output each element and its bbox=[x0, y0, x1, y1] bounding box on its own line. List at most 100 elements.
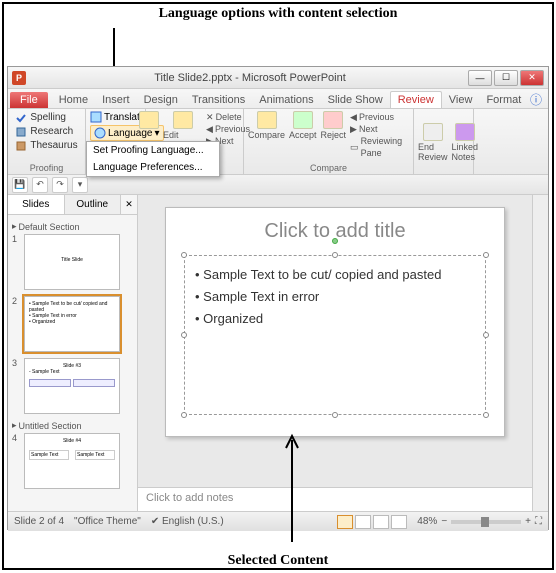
thumbnail-2[interactable]: • Sample Text to be cut/ copied and past… bbox=[24, 296, 120, 352]
compare-icon bbox=[257, 111, 277, 129]
thesaurus-button[interactable]: Thesaurus bbox=[15, 139, 77, 153]
zoom-thumb[interactable] bbox=[481, 517, 489, 527]
zoom-slider[interactable] bbox=[451, 520, 521, 524]
group-label-proofing: Proofing bbox=[8, 163, 85, 173]
status-language[interactable]: ✔ English (U.S.) bbox=[151, 516, 224, 527]
accept-icon bbox=[293, 111, 313, 129]
tab-design[interactable]: Design bbox=[137, 92, 185, 108]
spelling-button[interactable]: Spelling bbox=[15, 111, 77, 125]
editor-area: Click to add title Sample Text to be cut… bbox=[138, 195, 532, 511]
reject-icon bbox=[323, 111, 343, 129]
group-label-compare: Compare bbox=[244, 163, 413, 173]
file-tab[interactable]: File bbox=[10, 92, 48, 108]
tab-home[interactable]: Home bbox=[52, 92, 95, 108]
section-default[interactable]: ▸ Default Section bbox=[12, 221, 133, 232]
slideshow-view-button[interactable] bbox=[391, 515, 407, 529]
thumbnails-list[interactable]: ▸ Default Section 1Title Slide 2 • Sampl… bbox=[8, 215, 137, 511]
outline-tab[interactable]: Outline bbox=[65, 195, 122, 214]
statusbar: Slide 2 of 4 "Office Theme" ✔ English (U… bbox=[8, 511, 548, 531]
group-proofing: Spelling Research Thesaurus Proofing bbox=[8, 109, 86, 174]
compare-next-button[interactable]: ▶ Next bbox=[350, 123, 409, 135]
end-review-icon bbox=[423, 123, 443, 141]
bullet-item: Organized bbox=[195, 308, 475, 330]
content-placeholder-selected[interactable]: Sample Text to be cut/ copied and pasted… bbox=[184, 255, 486, 415]
compare-previous-button[interactable]: ◀ Previous bbox=[350, 111, 409, 123]
resize-handle[interactable] bbox=[332, 252, 338, 258]
resize-handle[interactable] bbox=[181, 412, 187, 418]
tab-transitions[interactable]: Transitions bbox=[185, 92, 252, 108]
edit-icon bbox=[173, 111, 193, 129]
workspace: Slides Outline ✕ ▸ Default Section 1Titl… bbox=[8, 195, 548, 511]
quick-access-toolbar: 💾 ↶ ↷ ▾ bbox=[8, 175, 548, 195]
thumbnail-1[interactable]: Title Slide bbox=[24, 234, 120, 290]
menu-language-preferences[interactable]: Language Preferences... bbox=[87, 159, 219, 176]
undo-button[interactable]: ↶ bbox=[32, 177, 48, 193]
sorter-view-button[interactable] bbox=[355, 515, 371, 529]
slides-tab[interactable]: Slides bbox=[8, 195, 65, 214]
save-button[interactable]: 💾 bbox=[12, 177, 28, 193]
resize-handle[interactable] bbox=[181, 252, 187, 258]
panel-close-button[interactable]: ✕ bbox=[121, 195, 137, 214]
menu-set-proofing-language[interactable]: Set Proofing Language... bbox=[87, 142, 219, 159]
thumbnail-4[interactable]: Slide #4 Sample Text Sample Text bbox=[24, 433, 120, 489]
resize-handle[interactable] bbox=[483, 412, 489, 418]
ribbon: Spelling Research Thesaurus Proofing Tra… bbox=[8, 109, 548, 175]
annotation-bottom-label: Selected Content bbox=[0, 553, 556, 569]
slide-canvas[interactable]: Click to add title Sample Text to be cut… bbox=[138, 195, 532, 487]
research-button[interactable]: Research bbox=[15, 125, 77, 139]
window-title: Title Slide2.pptx - Microsoft PowerPoint bbox=[32, 72, 468, 84]
accept-button[interactable]: Accept bbox=[289, 111, 317, 140]
ribbon-tabs: File Home Insert Design Transitions Anim… bbox=[8, 89, 548, 109]
normal-view-button[interactable] bbox=[337, 515, 353, 529]
resize-handle[interactable] bbox=[483, 332, 489, 338]
zoom-control: 48% − + ⛶ bbox=[417, 516, 542, 527]
group-compare: Compare Accept Reject ◀ Previous ▶ Next … bbox=[244, 109, 414, 174]
linked-notes-button[interactable]: Linked Notes bbox=[452, 123, 479, 162]
zoom-in-button[interactable]: + bbox=[525, 516, 531, 527]
zoom-value[interactable]: 48% bbox=[417, 516, 437, 527]
resize-handle[interactable] bbox=[181, 332, 187, 338]
slide: Click to add title Sample Text to be cut… bbox=[165, 207, 505, 437]
view-buttons bbox=[337, 515, 407, 529]
book-icon bbox=[15, 126, 27, 138]
thumbnail-3[interactable]: Slide #3 - Sample Text bbox=[24, 358, 120, 414]
reading-view-button[interactable] bbox=[373, 515, 389, 529]
resize-handle[interactable] bbox=[483, 252, 489, 258]
status-slide-info: Slide 2 of 4 bbox=[14, 516, 64, 527]
compare-button[interactable]: Compare bbox=[248, 111, 285, 140]
app-logo: P bbox=[12, 71, 26, 85]
redo-button[interactable]: ↷ bbox=[52, 177, 68, 193]
minimize-button[interactable]: — bbox=[468, 70, 492, 86]
tab-review[interactable]: Review bbox=[390, 91, 442, 108]
translate-icon bbox=[90, 111, 102, 123]
zoom-out-button[interactable]: − bbox=[441, 516, 447, 527]
group-end: End Review Linked Notes bbox=[414, 109, 474, 174]
tab-animations[interactable]: Animations bbox=[252, 92, 320, 108]
rotate-handle[interactable] bbox=[332, 238, 338, 244]
check-icon bbox=[15, 112, 27, 124]
book-icon bbox=[15, 140, 27, 152]
comment-icon bbox=[139, 111, 159, 129]
bullet-item: Sample Text to be cut/ copied and pasted bbox=[195, 264, 475, 286]
tab-slideshow[interactable]: Slide Show bbox=[321, 92, 390, 108]
vertical-scrollbar[interactable] bbox=[532, 195, 548, 511]
tab-view[interactable]: View bbox=[442, 92, 480, 108]
end-review-button[interactable]: End Review bbox=[418, 123, 448, 162]
slides-panel: Slides Outline ✕ ▸ Default Section 1Titl… bbox=[8, 195, 138, 511]
bullet-list: Sample Text to be cut/ copied and pasted… bbox=[195, 264, 475, 330]
tab-insert[interactable]: Insert bbox=[95, 92, 137, 108]
resize-handle[interactable] bbox=[332, 412, 338, 418]
section-untitled[interactable]: ▸ Untitled Section bbox=[12, 420, 133, 431]
reject-button[interactable]: Reject bbox=[321, 111, 347, 140]
bullet-item: Sample Text in error bbox=[195, 286, 475, 308]
fit-to-window-button[interactable]: ⛶ bbox=[535, 516, 542, 527]
annotation-top-label: Language options with content selection bbox=[0, 6, 556, 22]
close-button[interactable]: ✕ bbox=[520, 70, 544, 86]
tab-format[interactable]: Format bbox=[479, 92, 528, 108]
qat-customize-button[interactable]: ▾ bbox=[72, 177, 88, 193]
notes-input[interactable]: Click to add notes bbox=[138, 487, 532, 511]
maximize-button[interactable]: ☐ bbox=[494, 70, 518, 86]
reviewing-pane-button[interactable]: ▭ Reviewing Pane bbox=[350, 135, 409, 159]
status-theme: "Office Theme" bbox=[74, 516, 141, 527]
help-icon[interactable]: ⓘ bbox=[530, 91, 542, 108]
